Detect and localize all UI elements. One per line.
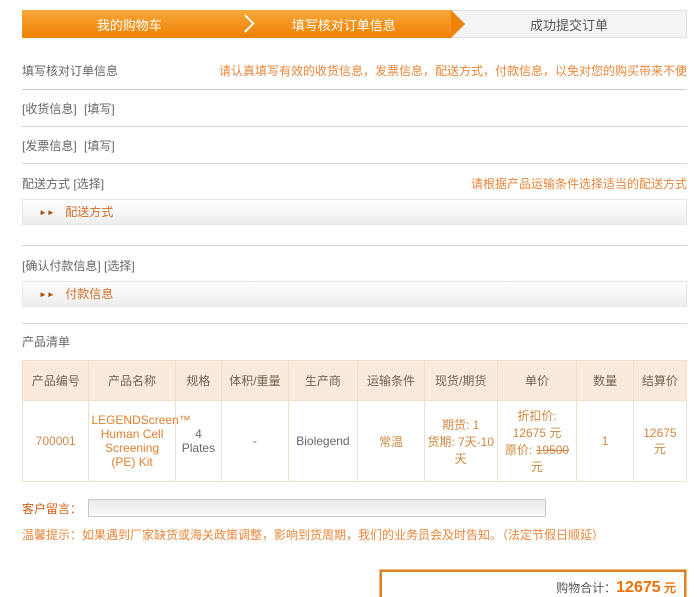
delivery-label: 配送方式 bbox=[22, 177, 70, 191]
original-price-struck: 19500 bbox=[536, 443, 569, 457]
shipping-info-fill-link[interactable]: [填写] bbox=[84, 102, 115, 116]
table-row: 700001 LEGENDScreen™ Human Cell Screenin… bbox=[23, 401, 687, 482]
cell-stock: 期货: 1 货期: 7天-10天 bbox=[424, 401, 497, 482]
shipping-info-label: [收货信息] bbox=[22, 102, 77, 116]
cell-volume: - bbox=[222, 401, 288, 482]
step-arrow-tip-icon bbox=[451, 10, 465, 38]
section-header: 填写核对订单信息 请认真填写有效的收货信息，发票信息，配送方式，付款信息，以免对… bbox=[22, 38, 687, 90]
payment-block: [确认付款信息] [选择] ►► 付款信息 bbox=[22, 246, 687, 324]
discount-price: 折扣价: 12675 元 bbox=[500, 407, 575, 441]
progress-steps-pending: 成功提交订单 bbox=[451, 10, 687, 38]
col-quantity: 数量 bbox=[577, 361, 633, 401]
col-stock: 现货/期货 bbox=[424, 361, 497, 401]
cell-product-name-link[interactable]: LEGENDScreen™ Human Cell Screening (PE) … bbox=[89, 401, 175, 482]
col-transport: 运输条件 bbox=[358, 361, 424, 401]
customer-message-label: 客户留言： bbox=[22, 500, 82, 517]
delivery-panel-label: 配送方式 bbox=[65, 205, 113, 219]
invoice-info-label: [发票信息] bbox=[22, 139, 77, 153]
col-product-name: 产品名称 bbox=[89, 361, 175, 401]
col-settle-price: 结算价 bbox=[633, 361, 686, 401]
product-table: 产品编号 产品名称 规格 体积/重量 生产商 运输条件 现货/期货 单价 数量 … bbox=[22, 360, 687, 482]
cell-product-id: 700001 bbox=[23, 401, 89, 482]
col-product-id: 产品编号 bbox=[23, 361, 89, 401]
step-fill-order-info: 填写核对订单信息 bbox=[236, 15, 450, 34]
purchase-total-line: 购物合计：12675 元 bbox=[390, 578, 676, 597]
warm-tip: 温馨提示：如果遇到厂家缺货或海关政策调整，影响到货周期，我们的业务员会及时告知。… bbox=[22, 526, 687, 543]
checkout-page: 我的购物车 填写核对订单信息 成功提交订单 填写核对订单信息 请认真填写有效的收… bbox=[22, 10, 687, 597]
original-price: 原价: 19500 元 bbox=[500, 441, 575, 475]
customer-message-input[interactable] bbox=[88, 499, 546, 517]
page-title: 填写核对订单信息 bbox=[22, 62, 118, 79]
delivery-select-link[interactable]: [选择] bbox=[73, 177, 104, 191]
col-volume: 体积/重量 bbox=[222, 361, 288, 401]
cell-quantity: 1 bbox=[577, 401, 633, 482]
purchase-total-label: 购物合计： bbox=[556, 581, 616, 595]
shipping-info-row: [收货信息] [填写] bbox=[22, 90, 687, 127]
progress-steps-active: 我的购物车 填写核对订单信息 bbox=[22, 10, 451, 38]
col-spec: 规格 bbox=[175, 361, 221, 401]
totals-box: 购物合计：12675 元 运费：0 元 您需支付：12675 元 最终实付金额以… bbox=[379, 569, 687, 597]
section-notice: 请认真填写有效的收货信息，发票信息，配送方式，付款信息，以免对您的购买带来不便 bbox=[219, 62, 687, 79]
step-my-cart[interactable]: 我的购物车 bbox=[22, 15, 236, 34]
payment-panel-toggle[interactable]: ►► 付款信息 bbox=[22, 281, 687, 307]
step-submit-success: 成功提交订单 bbox=[530, 15, 608, 34]
table-header-row: 产品编号 产品名称 规格 体积/重量 生产商 运输条件 现货/期货 单价 数量 … bbox=[23, 361, 687, 401]
totals-area: 购物合计：12675 元 运费：0 元 您需支付：12675 元 最终实付金额以… bbox=[22, 569, 687, 597]
payment-select-link[interactable]: [选择] bbox=[104, 259, 135, 273]
col-manufacturer: 生产商 bbox=[288, 361, 358, 401]
delivery-block: 配送方式 [选择] 请根据产品运输条件选择适当的配送方式 ►► 配送方式 bbox=[22, 164, 687, 246]
customer-message-row: 客户留言： bbox=[22, 499, 687, 517]
double-arrow-icon: ►► bbox=[39, 208, 55, 217]
cell-manufacturer: Biolegend bbox=[288, 401, 358, 482]
progress-steps: 我的购物车 填写核对订单信息 成功提交订单 bbox=[22, 10, 687, 38]
product-list-title: 产品清单 bbox=[22, 324, 687, 360]
invoice-info-fill-link[interactable]: [填写] bbox=[84, 139, 115, 153]
cell-unit-price: 折扣价: 12675 元 原价: 19500 元 bbox=[497, 401, 577, 482]
payment-panel-label: 付款信息 bbox=[65, 287, 113, 301]
double-arrow-icon: ►► bbox=[39, 290, 55, 299]
cell-transport: 常温 bbox=[358, 401, 424, 482]
payment-sub-head: [确认付款信息] [选择] bbox=[22, 246, 687, 281]
invoice-info-row: [发票信息] [填写] bbox=[22, 127, 687, 164]
delivery-notice: 请根据产品运输条件选择适当的配送方式 bbox=[471, 175, 687, 192]
purchase-total-value: 12675 bbox=[616, 579, 661, 596]
payment-label: [确认付款信息] bbox=[22, 259, 101, 273]
delivery-panel-toggle[interactable]: ►► 配送方式 bbox=[22, 199, 687, 225]
cell-settle-price: 12675 元 bbox=[633, 401, 686, 482]
col-unit-price: 单价 bbox=[497, 361, 577, 401]
delivery-sub-head: 配送方式 [选择] 请根据产品运输条件选择适当的配送方式 bbox=[22, 164, 687, 199]
